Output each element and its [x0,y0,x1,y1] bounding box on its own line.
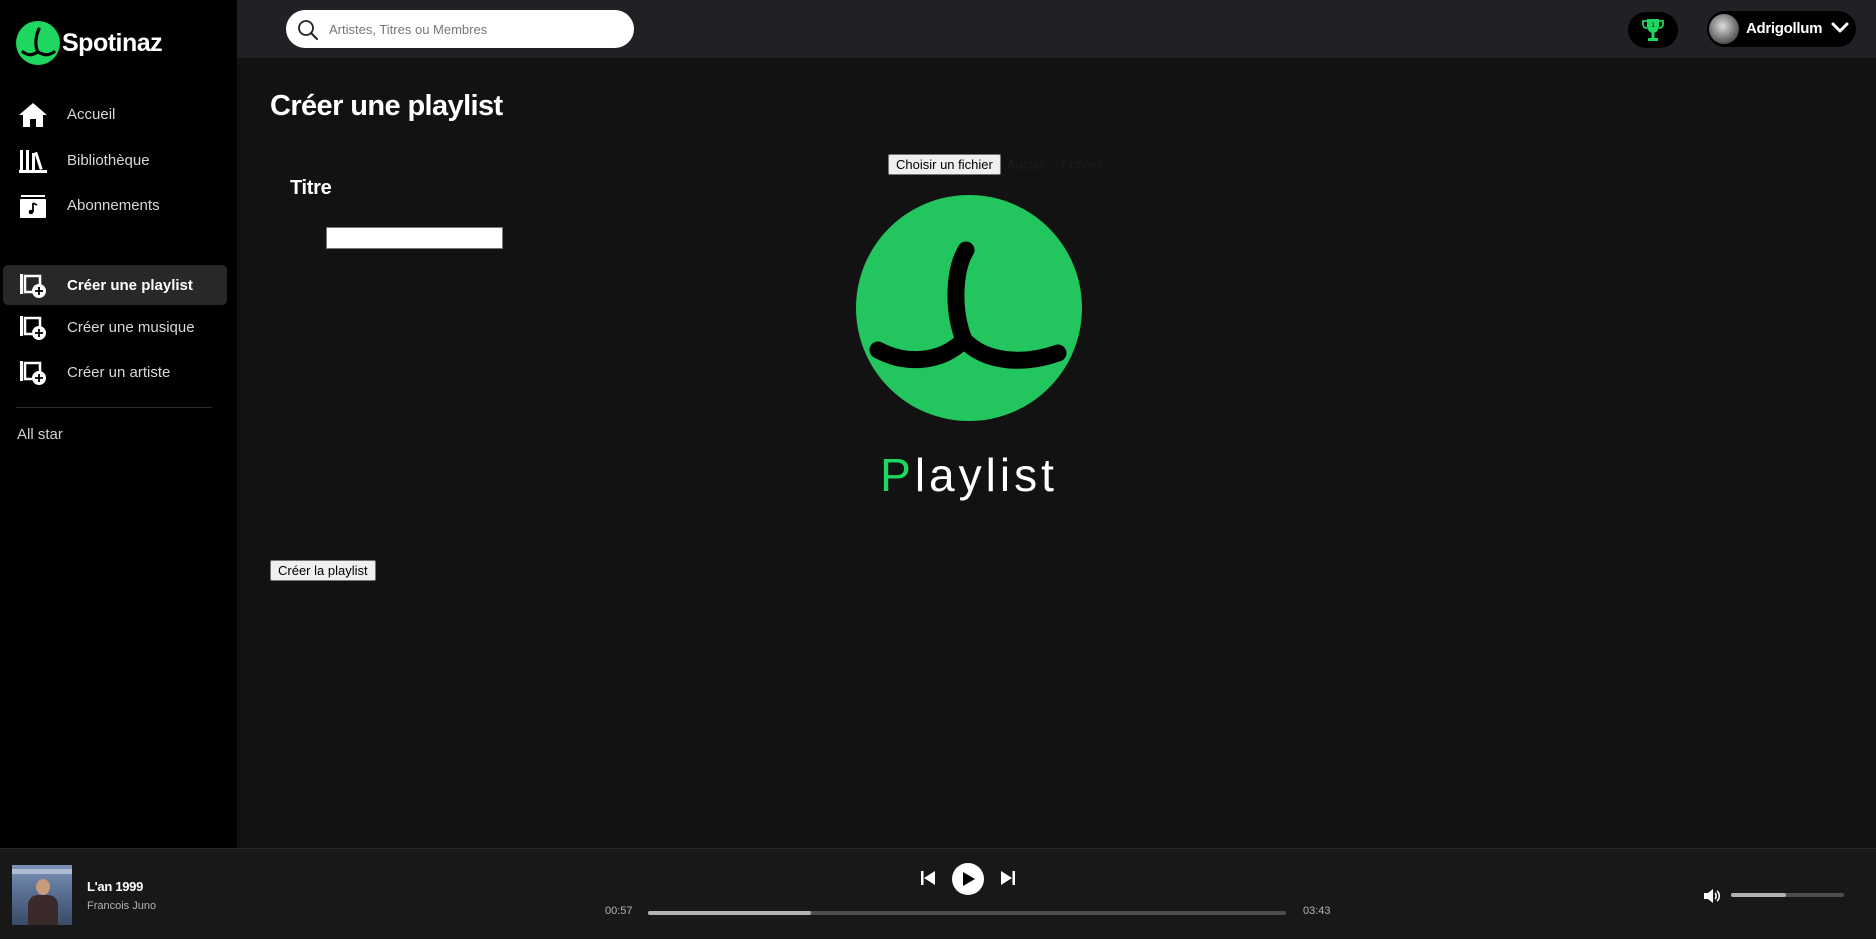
file-status-text: Aucun ... r choisi [1006,157,1103,172]
playlist-title-field[interactable] [326,227,503,249]
sidebar-item-label: Abonnements [67,196,160,214]
sidebar: Spotinaz Accueil Bibliothèque Abonnement… [0,0,237,848]
sidebar-item-creer-artiste[interactable]: Créer un artiste [3,352,227,392]
search-input[interactable] [329,18,619,40]
cover-title: Playlist [856,448,1082,502]
album-cover[interactable] [12,865,72,925]
add-music-icon [20,316,46,340]
topbar: 1 Adrigollum [237,0,1876,58]
home-icon [19,103,47,127]
previous-button[interactable] [920,870,936,891]
trophy-icon: 1 [1642,19,1664,41]
current-time: 00:57 [605,905,633,917]
avatar [1709,14,1739,44]
sidebar-item-label: Créer une musique [67,318,195,336]
next-button[interactable] [1000,870,1016,891]
add-artist-icon [20,361,46,385]
file-picker: Choisir un fichier Aucun ... r choisi [888,154,1103,175]
skip-next-icon [1001,871,1015,885]
choose-file-button[interactable]: Choisir un fichier [888,154,1001,175]
spotinaz-logo-icon [16,21,60,65]
progress-bar[interactable] [648,911,1286,915]
volume-icon[interactable] [1703,888,1721,904]
sidebar-item-label: Créer une playlist [67,276,193,294]
sidebar-item-label: Bibliothèque [67,151,150,169]
sidebar-item-accueil[interactable]: Accueil [3,94,227,134]
total-time: 03:43 [1303,905,1331,917]
sidebar-playlist-all-star[interactable]: All star [17,426,63,443]
play-icon [963,872,975,886]
trophy-button[interactable]: 1 [1628,12,1678,48]
page-title: Créer une playlist [270,90,503,122]
playlist-cover-image[interactable] [856,195,1082,421]
svg-text:1: 1 [1651,22,1655,29]
library-icon [19,150,47,173]
cover-title-accent: P [880,449,915,501]
user-name: Adrigollum [1746,20,1823,37]
cover-title-rest: laylist [914,449,1058,501]
sidebar-item-bibliotheque[interactable]: Bibliothèque [3,140,227,180]
sidebar-divider [16,407,212,408]
sidebar-item-label: Accueil [67,105,116,123]
brand[interactable]: Spotinaz [16,21,163,65]
player-bar: L'an 1999 Francois Juno 00:57 03:43 [0,848,1876,939]
sidebar-item-creer-musique[interactable]: Créer une musique [3,307,227,347]
add-playlist-icon [20,274,46,298]
music-note-icon [20,195,46,218]
volume-slider[interactable] [1731,893,1844,897]
create-playlist-button[interactable]: Créer la playlist [270,560,376,581]
title-field-label: Titre [290,177,332,199]
volume-fill [1731,893,1787,897]
app-name: Spotinaz [62,28,163,57]
chevron-down-icon [1831,22,1849,33]
user-menu-button[interactable]: Adrigollum [1707,11,1856,47]
play-button[interactable] [952,863,984,895]
track-artist[interactable]: Francois Juno [87,900,156,912]
progress-fill [648,911,812,915]
sidebar-item-label: Créer un artiste [67,363,171,381]
sidebar-item-abonnements[interactable]: Abonnements [3,185,227,225]
skip-previous-icon [921,871,935,885]
search-bar[interactable] [286,10,634,48]
track-title[interactable]: L'an 1999 [87,879,143,894]
search-icon [298,20,318,40]
sidebar-item-creer-playlist[interactable]: Créer une playlist [3,265,227,305]
